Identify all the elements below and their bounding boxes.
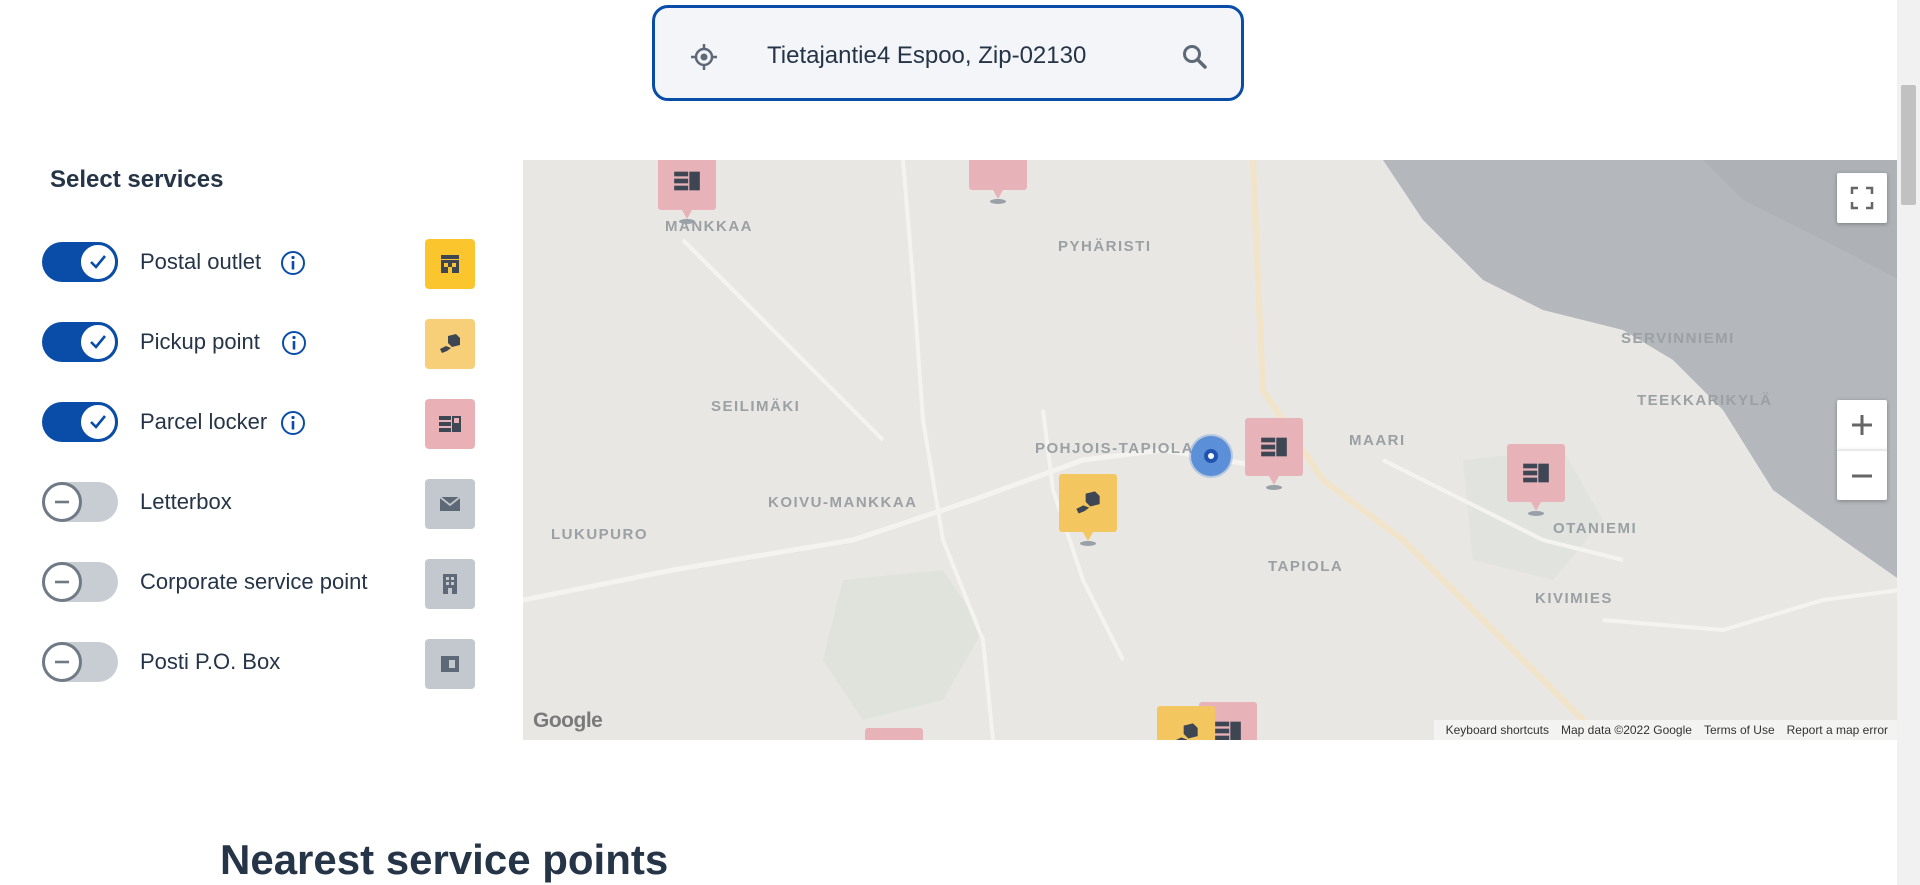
scrollbar-thumb[interactable]	[1901, 85, 1916, 205]
keyboard-shortcuts-link[interactable]: Keyboard shortcuts	[1446, 723, 1549, 737]
fullscreen-button[interactable]	[1837, 173, 1887, 223]
address-search-bar	[652, 5, 1244, 101]
parcel-locker-label: Parcel locker	[140, 409, 268, 434]
report-map-error-link[interactable]: Report a map error	[1787, 723, 1888, 737]
postal-outlet-label: Postal outlet	[140, 249, 262, 274]
locker-icon	[425, 399, 475, 449]
map-label: KIVIMIES	[1535, 590, 1613, 607]
zoom-out-button[interactable]	[1837, 450, 1887, 500]
select-services-heading: Select services	[50, 166, 224, 193]
parcel-locker-marker[interactable]	[969, 160, 1027, 204]
info-icon[interactable]	[281, 330, 307, 356]
minus-icon	[42, 642, 82, 682]
map-data-credit: Map data ©2022 Google	[1561, 723, 1692, 737]
letterbox-toggle[interactable]	[42, 482, 118, 522]
map-attribution: Keyboard shortcuts Map data ©2022 Google…	[1433, 720, 1900, 740]
current-location-marker	[1191, 436, 1231, 476]
envelope-icon	[425, 479, 475, 529]
po-box-label: Posti P.O. Box	[140, 649, 281, 674]
info-icon[interactable]	[280, 410, 306, 436]
google-logo[interactable]: Google	[533, 709, 603, 733]
po-box-icon	[425, 639, 475, 689]
minus-icon	[1852, 474, 1872, 477]
building-icon	[425, 559, 475, 609]
terms-of-use-link[interactable]: Terms of Use	[1704, 723, 1775, 737]
pickup-point-marker[interactable]	[1157, 706, 1215, 740]
parcel-locker-marker[interactable]	[658, 160, 716, 224]
info-icon[interactable]	[280, 250, 306, 276]
letterbox-label: Letterbox	[140, 489, 232, 514]
service-row-postal-outlet: Postal outlet	[40, 236, 480, 292]
parcel-locker-marker[interactable]	[1507, 444, 1565, 516]
map-label: SEILIMÄKI	[711, 398, 801, 415]
map-label: PYHÄRISTI	[1058, 238, 1152, 255]
map-label: LUKUPURO	[551, 526, 648, 543]
checkmark-icon	[78, 322, 118, 362]
corporate-service-point-label: Corporate service point	[140, 569, 368, 594]
crosshair-icon[interactable]	[689, 42, 719, 72]
store-icon	[425, 239, 475, 289]
parcel-locker-marker[interactable]	[865, 728, 923, 740]
page-scrollbar[interactable]	[1897, 0, 1920, 885]
map-label: OTANIEMI	[1553, 520, 1638, 537]
parcel-locker-marker[interactable]	[1245, 418, 1303, 490]
nearest-service-points-heading: Nearest service points	[220, 836, 669, 883]
search-icon[interactable]	[1181, 43, 1209, 71]
service-row-po-box: Posti P.O. Box	[40, 636, 480, 692]
corporate-service-point-toggle[interactable]	[42, 562, 118, 602]
address-search-input[interactable]	[765, 32, 1169, 80]
service-points-map[interactable]: MANKKAA PYHÄRISTI SERVINNIEMI SEILIMÄKI …	[523, 160, 1900, 740]
checkmark-icon	[78, 242, 118, 282]
plus-icon	[1852, 415, 1872, 435]
minus-icon	[42, 562, 82, 602]
map-label: POHJOIS-TAPIOLA	[1035, 440, 1194, 457]
zoom-in-button[interactable]	[1837, 400, 1887, 450]
pickup-point-label: Pickup point	[140, 329, 260, 354]
service-row-parcel-locker: Parcel locker	[40, 396, 480, 452]
service-row-pickup-point: Pickup point	[40, 316, 480, 372]
map-label: SERVINNIEMI	[1621, 330, 1735, 347]
pickup-point-marker[interactable]	[1059, 474, 1117, 546]
pickup-point-toggle[interactable]	[42, 322, 118, 362]
map-label: TAPIOLA	[1268, 558, 1344, 575]
map-label: KOIVU-MANKKAA	[768, 494, 918, 511]
postal-outlet-toggle[interactable]	[42, 242, 118, 282]
minus-icon	[42, 482, 82, 522]
map-label: MAARI	[1349, 432, 1406, 449]
map-label: TEEKKARIKYLÄ	[1637, 392, 1773, 409]
po-box-toggle[interactable]	[42, 642, 118, 682]
service-row-corporate-service-point: Corporate service point	[40, 556, 480, 612]
service-row-letterbox: Letterbox	[40, 476, 480, 532]
checkmark-icon	[78, 402, 118, 442]
parcel-locker-toggle[interactable]	[42, 402, 118, 442]
parcel-hand-icon	[425, 319, 475, 369]
fullscreen-icon	[1850, 186, 1874, 210]
